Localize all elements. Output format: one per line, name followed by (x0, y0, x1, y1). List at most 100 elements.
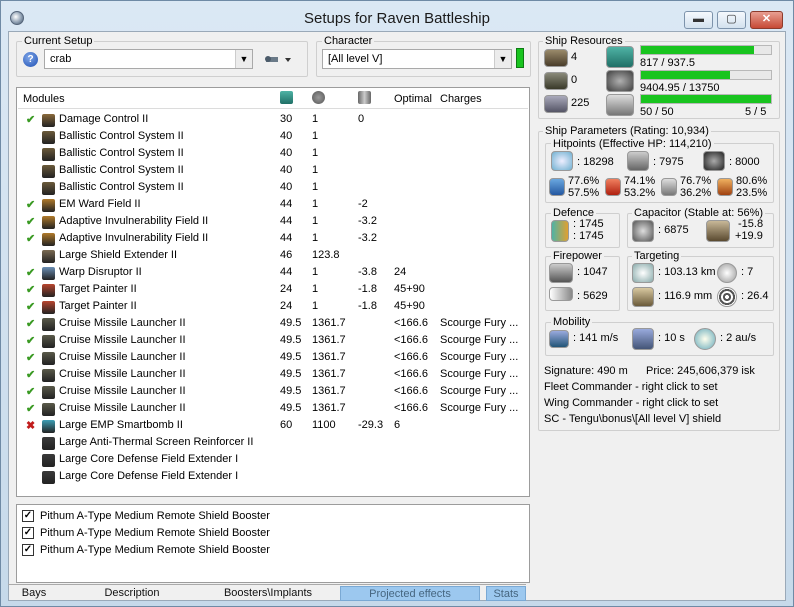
bottom-tab-bar: Bays Description Boosters\Implants Proje… (8, 584, 526, 601)
powergrid-column-icon[interactable] (312, 91, 325, 104)
module-offline-icon: ✖ (26, 420, 36, 432)
minimize-button[interactable]: ▬ (684, 11, 713, 29)
module-active-check-icon: ✔ (26, 284, 36, 296)
modules-column-header[interactable]: Modules (23, 93, 65, 105)
kinetic-resist-shield: 76.7% (680, 175, 712, 187)
tab-description[interactable]: Description (68, 586, 196, 601)
module-powergrid: 1 (312, 164, 319, 176)
wing-commander[interactable]: Wing Commander - right click to set (544, 397, 718, 409)
module-row[interactable]: ✔ Target Painter II 24 1 -1.8 45+90 (18, 281, 528, 298)
projected-effect-checkbox[interactable]: ✓ (22, 544, 34, 556)
module-capacitor: -29.3 (358, 419, 384, 431)
module-powergrid: 1 (312, 198, 319, 210)
help-icon[interactable]: ? (23, 52, 38, 67)
module-row[interactable]: ✔ Target Painter II 24 1 -1.8 45+90 (18, 298, 528, 315)
projected-effect-checkbox[interactable]: ✓ (22, 510, 34, 522)
current-setup-dropdown[interactable]: crab ▼ (44, 49, 253, 69)
module-row[interactable]: ✔ Cruise Missile Launcher II 49.5 1361.7 <16… (18, 366, 528, 383)
calibration-text: 50 / 50 (640, 106, 674, 118)
module-row[interactable]: Large Shield Extender II 46 123.8 (18, 247, 528, 264)
module-name: Ballistic Control System II (59, 130, 184, 142)
module-name: Adaptive Invulnerability Field II (59, 215, 209, 227)
module-capacitor: -1.8 (358, 300, 377, 312)
module-row[interactable]: ✔ Cruise Missile Launcher II 49.5 1361.7 <16… (18, 349, 528, 366)
sensor-strength-icon (717, 287, 737, 307)
module-row[interactable]: ✔ Cruise Missile Launcher II 49.5 1361.7 <16… (18, 315, 528, 332)
module-row[interactable]: ✔ Cruise Missile Launcher II 49.5 1361.7 <16… (18, 332, 528, 349)
projected-effect-label: Pithum A-Type Medium Remote Shield Boost… (40, 544, 270, 556)
module-name: Target Painter II (59, 283, 137, 295)
module-capacitor: -3.2 (358, 232, 377, 244)
thermal-resist-icon (605, 178, 621, 196)
speed-icon (549, 330, 569, 348)
tab-stats[interactable]: Stats (486, 586, 526, 601)
module-row[interactable]: ✔ Damage Control II 30 1 0 (18, 111, 528, 128)
powergrid-icon (606, 70, 634, 92)
cpu-bar (640, 45, 772, 55)
character-dropdown[interactable]: [All level V] ▼ (322, 49, 512, 69)
module-row[interactable]: Ballistic Control System II 40 1 (18, 162, 528, 179)
module-optimal: 45+90 (394, 283, 425, 295)
module-row[interactable]: ✔ Adaptive Invulnerability Field II 44 1 -3.… (18, 230, 528, 247)
em-resist-armor: 57.5% (568, 187, 600, 199)
setup-options-button[interactable] (264, 52, 294, 68)
module-name: Large Core Defense Field Extender I (59, 453, 239, 465)
signature-radius: Signature: 490 m (544, 365, 628, 377)
cpu-column-icon[interactable] (280, 91, 293, 104)
tab-projected-effects[interactable]: Projected effects (340, 586, 480, 601)
kinetic-resist-icon (661, 178, 677, 196)
module-name: Ballistic Control System II (59, 147, 184, 159)
firepower-title: Firepower (551, 250, 604, 262)
module-powergrid: 1 (312, 215, 319, 227)
module-capacitor: -1.8 (358, 283, 377, 295)
module-powergrid: 1 (312, 232, 319, 244)
module-row[interactable]: Ballistic Control System II 40 1 (18, 128, 528, 145)
module-charges: Scourge Fury ... (440, 385, 519, 397)
em-resist-icon (549, 178, 565, 196)
tab-bays[interactable]: Bays (8, 586, 60, 601)
module-cpu: 49.5 (280, 385, 302, 397)
module-row[interactable]: ✔ Cruise Missile Launcher II 49.5 1361.7 <16… (18, 400, 528, 417)
tab-boosters-implants[interactable]: Boosters\Implants (204, 586, 332, 601)
module-active-check-icon: ✔ (26, 352, 36, 364)
charges-column-header[interactable]: Charges (440, 93, 482, 105)
squad-commander[interactable]: SC - Tengu\bonus\[All level V] shield (544, 413, 721, 425)
cpu-text: 817 / 937.5 (640, 57, 696, 69)
modules-list[interactable]: Modules Optimal Charges ✔ Damage Control … (16, 87, 530, 497)
capacitor-recharge: +19.9 (735, 230, 763, 242)
module-row[interactable]: ✔ Cruise Missile Launcher II 49.5 1361.7 <16… (18, 383, 528, 400)
defence-value-2: : 1745 (573, 230, 604, 242)
module-row[interactable]: Large Core Defense Field Extender I (18, 451, 528, 468)
projected-effects-list[interactable]: ✓ Pithum A-Type Medium Remote Shield Boos… (16, 504, 530, 583)
module-row[interactable]: ✖ Large EMP Smartbomb II 60 1100 -29.3 6 (18, 417, 528, 434)
module-capacitor: -3.8 (358, 266, 377, 278)
defence-icon (551, 220, 569, 242)
module-optimal: <166.6 (394, 385, 428, 397)
close-button[interactable]: ✕ (750, 11, 783, 29)
optimal-column-header[interactable]: Optimal (394, 93, 432, 105)
module-row[interactable]: ✔ Adaptive Invulnerability Field II 44 1 -3.… (18, 213, 528, 230)
module-active-check-icon: ✔ (26, 369, 36, 381)
wrench-dropdown-icon (265, 56, 291, 62)
projected-effect-checkbox[interactable]: ✓ (22, 527, 34, 539)
module-row[interactable]: Ballistic Control System II 40 1 (18, 145, 528, 162)
module-optimal: 6 (394, 419, 401, 431)
module-cpu: 49.5 (280, 334, 302, 346)
volley-icon (549, 287, 573, 301)
drone-bay-value: 225 (571, 97, 590, 109)
fleet-commander[interactable]: Fleet Commander - right click to set (544, 381, 718, 393)
module-row[interactable]: ✔ Warp Disruptor II 44 1 -3.8 24 (18, 264, 528, 281)
module-row[interactable]: Large Core Defense Field Extender I (18, 468, 528, 485)
maximize-button[interactable]: ▢ (717, 11, 746, 29)
module-powergrid: 1361.7 (312, 368, 346, 380)
module-row[interactable]: Large Anti-Thermal Screen Reinforcer II (18, 434, 528, 451)
module-name: Target Painter II (59, 300, 137, 312)
module-row[interactable]: ✔ EM Ward Field II 44 1 -2 (18, 196, 528, 213)
module-active-check-icon: ✔ (26, 403, 36, 415)
module-row[interactable]: Ballistic Control System II 40 1 (18, 179, 528, 196)
capacitor-column-icon[interactable] (358, 91, 371, 104)
warp-speed: : 2 au/s (720, 332, 757, 344)
module-optimal: <166.6 (394, 402, 428, 414)
volley-value: : 5629 (577, 290, 608, 302)
module-cpu: 30 (280, 113, 293, 125)
